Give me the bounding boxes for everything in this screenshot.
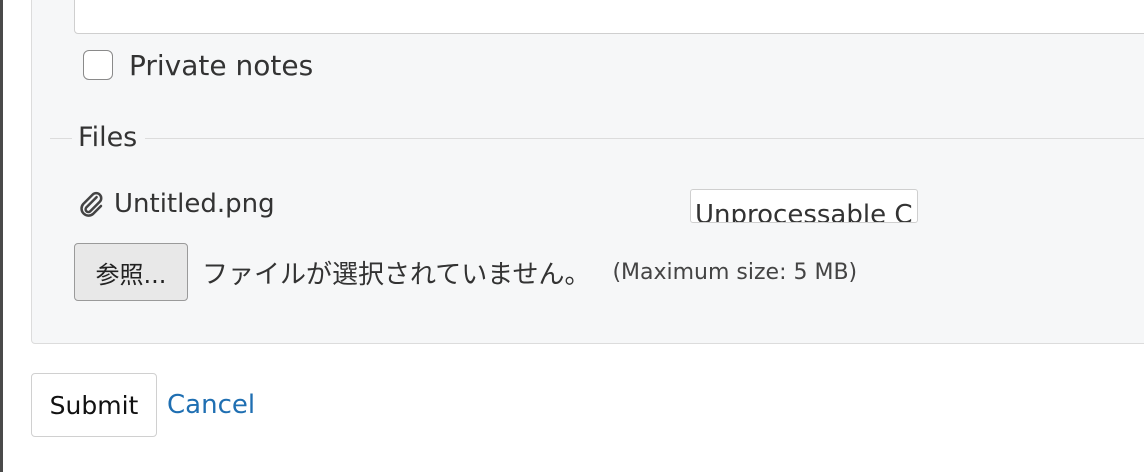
submit-button[interactable]: Submit — [31, 373, 157, 437]
private-notes-row: Private notes — [83, 47, 313, 83]
files-legend: Files — [72, 122, 146, 153]
notes-textarea[interactable] — [74, 0, 1144, 34]
max-size-text: (Maximum size: 5 MB) — [612, 259, 858, 285]
paperclip-icon — [80, 191, 103, 217]
attachment-description-input[interactable]: Unprocessable C — [690, 189, 918, 223]
attachment-filename[interactable]: Untitled.png — [114, 189, 275, 219]
cancel-link[interactable]: Cancel — [167, 390, 255, 420]
window-left-border — [0, 0, 3, 472]
no-file-selected-text: ファイルが選択されていません。 — [202, 259, 591, 290]
private-notes-checkbox[interactable] — [83, 50, 113, 80]
form-actions: Submit Cancel — [31, 373, 255, 437]
browse-button[interactable]: 参照... — [74, 243, 188, 301]
attachment-row: Untitled.png — [76, 186, 275, 222]
private-notes-label[interactable]: Private notes — [129, 49, 313, 82]
attachment-description-value: Unprocessable C — [695, 200, 913, 223]
files-fieldset-border — [50, 138, 1144, 139]
file-upload-row: 参照... ファイルが選択されていません。 (Maximum size: 5 M… — [74, 243, 857, 301]
